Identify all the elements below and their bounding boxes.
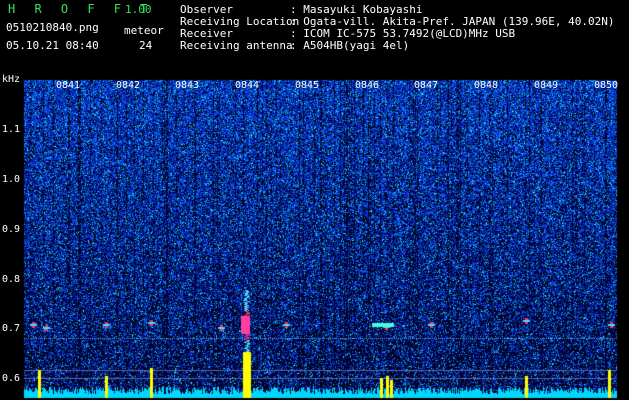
y-axis-unit: kHz (2, 74, 21, 85)
antenna-label: Receiving antenna (180, 39, 293, 52)
x-tick: 0843 (175, 80, 200, 91)
x-tick: 0849 (534, 80, 559, 91)
file-name: 0510210840.png (6, 21, 99, 34)
x-tick: 0845 (295, 80, 320, 91)
x-tick: 0847 (414, 80, 439, 91)
date-time: 05.10.21 08:40 (6, 39, 99, 52)
x-tick: 0841 (56, 80, 81, 91)
app-version: 1.00 (125, 3, 152, 16)
x-tick: 0848 (474, 80, 499, 91)
x-tick: 0846 (355, 80, 380, 91)
hroft-window: H R O F F T 1.00 0510210840.png meteor 0… (0, 0, 629, 400)
y-tick: 0.9 (2, 224, 21, 235)
y-tick: 0.8 (2, 274, 21, 285)
antenna-value: : A504HB(yagi 4el) (290, 39, 410, 52)
spectrogram-canvas (0, 0, 629, 400)
x-tick: 0842 (116, 80, 141, 91)
y-tick: 1.0 (2, 174, 21, 185)
meteor-count: 24 (139, 39, 153, 52)
x-tick: 0850 (594, 80, 619, 91)
y-tick: 0.6 (2, 373, 21, 384)
meteor-label: meteor (124, 24, 164, 37)
x-tick: 0844 (235, 80, 260, 91)
y-tick: 1.1 (2, 124, 21, 135)
y-tick: 0.7 (2, 323, 21, 334)
